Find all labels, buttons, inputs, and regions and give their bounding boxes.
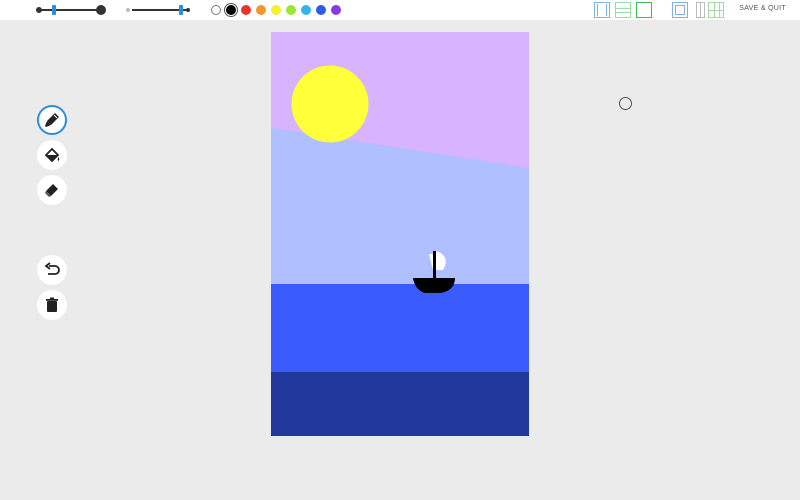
two-column-icon[interactable]: [696, 2, 705, 18]
slider-knob[interactable]: [179, 5, 183, 15]
min-opacity-dot: [126, 8, 130, 12]
sea: [271, 284, 529, 372]
brush-icon: [45, 113, 59, 127]
brush-cursor: [619, 97, 632, 110]
sun: [291, 65, 369, 143]
undo-icon: [44, 262, 60, 275]
slider-track: [40, 9, 100, 11]
color-blue[interactable]: [316, 5, 326, 15]
slider-knob[interactable]: [52, 5, 56, 15]
max-opacity-dot: [186, 8, 190, 12]
color-orange[interactable]: [256, 5, 266, 15]
trash-icon: [46, 297, 58, 312]
brush-tool-button[interactable]: [37, 105, 67, 135]
opacity-slider[interactable]: [126, 4, 192, 16]
color-purple[interactable]: [331, 5, 341, 15]
eraser-icon: [45, 184, 58, 197]
fill-bucket-icon: [44, 147, 60, 163]
color-white[interactable]: [211, 5, 221, 15]
color-red[interactable]: [241, 5, 251, 15]
top-toolbar: SAVE & QUIT: [0, 0, 800, 20]
brush-size-slider[interactable]: [36, 4, 108, 16]
fill-tool-button[interactable]: [37, 140, 67, 170]
deep-sea: [271, 372, 529, 436]
eraser-tool-button[interactable]: [37, 175, 67, 205]
color-cyan[interactable]: [301, 5, 311, 15]
color-black[interactable]: [226, 5, 236, 15]
drawing-canvas[interactable]: [271, 32, 529, 436]
single-page-icon[interactable]: [594, 2, 610, 18]
portrait-frame-icon[interactable]: [672, 2, 688, 18]
color-lime[interactable]: [286, 5, 296, 15]
canvas-artwork: [271, 32, 529, 436]
slider-track: [132, 9, 186, 11]
grid-icon[interactable]: [708, 2, 724, 18]
full-frame-icon[interactable]: [636, 2, 652, 18]
color-yellow[interactable]: [271, 5, 281, 15]
max-size-dot: [96, 5, 106, 15]
delete-button[interactable]: [37, 290, 67, 320]
two-row-icon[interactable]: [615, 2, 631, 18]
save-quit-button[interactable]: SAVE & QUIT: [739, 5, 786, 12]
undo-button[interactable]: [37, 255, 67, 285]
